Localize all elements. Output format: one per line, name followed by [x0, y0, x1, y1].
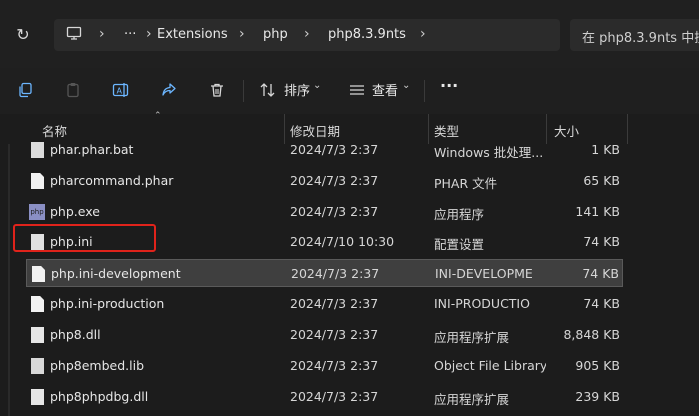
svg-text:A: A	[117, 87, 123, 96]
search-input[interactable]: 在 php8.3.9nts 中搜	[582, 27, 699, 46]
file-date: 2024/7/3 2:37	[290, 389, 379, 404]
file-name: php.exe	[50, 204, 100, 219]
php-exe-icon: php	[29, 204, 45, 220]
chevron-down-icon[interactable]: ⌄	[402, 80, 410, 91]
file-name: pharcommand.phar	[50, 173, 174, 188]
file-name: php.ini-development	[51, 266, 181, 281]
more-options-button[interactable]: ···	[440, 76, 458, 95]
file-date: 2024/7/3 2:37	[290, 296, 379, 311]
refresh-icon[interactable]: ↻	[13, 25, 33, 45]
breadcrumb-php8-3-9nts[interactable]: php8.3.9nts	[328, 27, 406, 42]
search-box[interactable]: 在 php8.3.9nts 中搜	[570, 19, 699, 51]
file-date: 2024/7/3 2:37	[290, 327, 379, 342]
file-type: 应用程序	[434, 207, 485, 222]
copy-icon[interactable]	[12, 77, 38, 103]
breadcrumb-php[interactable]: php	[263, 27, 288, 42]
toolbar-separator	[243, 80, 244, 102]
sort-ascending-icon: ⌃	[154, 111, 162, 121]
toolbar-separator	[424, 80, 425, 102]
breadcrumb-extensions[interactable]: Extensions	[157, 27, 228, 42]
table-row[interactable]: php8phpdbg.dll 2024/7/3 2:37 应用程序扩展 239 …	[26, 383, 623, 411]
file-size: 239 KB	[575, 389, 620, 404]
dll-file-icon	[31, 389, 44, 405]
rename-icon[interactable]: A	[108, 77, 134, 103]
file-size: 905 KB	[575, 358, 620, 373]
chevron-right-icon[interactable]: ›	[420, 26, 426, 42]
file-name: php8embed.lib	[50, 358, 145, 373]
file-size: 74 KB	[583, 234, 620, 249]
dll-file-icon	[31, 327, 44, 343]
file-type: INI-DEVELOPME	[435, 266, 533, 281]
chevron-right-icon[interactable]: ›	[239, 26, 245, 42]
file-date: 2024/7/10 10:30	[290, 234, 395, 249]
share-icon[interactable]	[156, 77, 182, 103]
file-size: 74 KB	[583, 296, 620, 311]
file-name: phar.phar.bat	[50, 142, 134, 157]
sort-icon[interactable]	[255, 77, 281, 103]
file-size: 141 KB	[575, 204, 620, 219]
file-name: php.ini-production	[50, 296, 165, 311]
sort-button[interactable]: 排序	[284, 80, 310, 99]
file-type: Windows 批处理...	[434, 145, 544, 160]
generic-file-icon	[31, 296, 44, 312]
chevron-right-icon[interactable]: ›	[304, 26, 310, 42]
table-row[interactable]: pharcommand.phar 2024/7/3 2:37 PHAR 文件 6…	[26, 167, 623, 195]
chevron-right-icon[interactable]: ›	[146, 26, 152, 42]
generic-file-icon	[32, 266, 45, 282]
file-type: PHAR 文件	[434, 176, 498, 191]
file-date: 2024/7/3 2:37	[290, 173, 379, 188]
address-bar-area: ↻ › ··· › Extensions › php › php8.3.9nts…	[0, 0, 699, 68]
delete-icon[interactable]	[204, 77, 230, 103]
highlight-box	[13, 224, 156, 252]
view-button[interactable]: 查看	[372, 80, 398, 99]
computer-icon[interactable]	[66, 25, 82, 45]
table-row-selected[interactable]: php.ini-development 2024/7/3 2:37 INI-DE…	[26, 259, 623, 287]
file-size: 74 KB	[582, 266, 619, 281]
file-size: 65 KB	[583, 173, 620, 188]
table-row[interactable]: php.ini-production 2024/7/3 2:37 INI-PRO…	[26, 290, 623, 318]
chevron-right-icon[interactable]: ›	[99, 26, 105, 42]
view-icon[interactable]	[344, 77, 370, 103]
file-type: 应用程序扩展	[434, 330, 510, 345]
file-date: 2024/7/3 2:37	[290, 204, 379, 219]
file-size: 8,848 KB	[563, 327, 620, 342]
chevron-down-icon[interactable]: ⌄	[313, 80, 321, 91]
address-bar[interactable]: › ··· › Extensions › php › php8.3.9nts ›	[54, 19, 560, 51]
file-name: php8phpdbg.dll	[50, 389, 149, 404]
column-divider[interactable]	[627, 114, 628, 144]
file-type: INI-PRODUCTIO	[434, 296, 530, 311]
bat-file-icon	[31, 142, 44, 158]
file-size: 1 KB	[591, 142, 620, 157]
navigation-pane-edge	[8, 114, 10, 416]
table-row[interactable]: phar.phar.bat 2024/7/3 2:37 Windows 批处理.…	[26, 136, 623, 164]
file-type: Object File Library	[434, 358, 546, 373]
table-row[interactable]: php php.exe 2024/7/3 2:37 应用程序 141 KB	[26, 198, 623, 226]
file-type: 应用程序扩展	[434, 392, 510, 407]
command-bar: A 排序 ⌄ 查看 ⌄ ···	[0, 68, 699, 114]
file-date: 2024/7/3 2:37	[290, 358, 379, 373]
table-row[interactable]: php8.dll 2024/7/3 2:37 应用程序扩展 8,848 KB	[26, 321, 623, 349]
lib-file-icon	[31, 358, 44, 374]
breadcrumb-more[interactable]: ···	[124, 27, 136, 42]
paste-icon[interactable]	[60, 77, 86, 103]
file-name: php8.dll	[50, 327, 101, 342]
file-type: 配置设置	[434, 237, 485, 252]
table-row[interactable]: php8embed.lib 2024/7/3 2:37 Object File …	[26, 352, 623, 380]
file-date: 2024/7/3 2:37	[291, 266, 380, 281]
file-date: 2024/7/3 2:37	[290, 142, 379, 157]
generic-file-icon	[31, 173, 44, 189]
